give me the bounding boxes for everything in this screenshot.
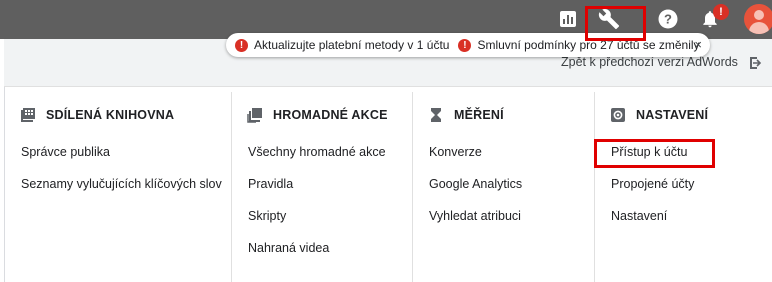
column-heading-label: MĚŘENÍ: [454, 108, 504, 122]
menu-item-scripts[interactable]: Skripty: [248, 209, 286, 223]
notification-badge: !: [713, 4, 729, 20]
menu-item-audience-manager[interactable]: Správce publika: [21, 145, 110, 159]
highlight-box: [594, 139, 715, 168]
settings-column: NASTAVENÍ Přístup k účtu Propojené účty …: [595, 92, 772, 282]
svg-text:?: ?: [664, 12, 672, 27]
measurement-column: MĚŘENÍ Konverze Google Analytics Vyhleda…: [413, 92, 594, 282]
exit-icon[interactable]: [748, 55, 764, 71]
menu-item-rules[interactable]: Pravidla: [248, 177, 293, 191]
help-icon[interactable]: ?: [657, 8, 679, 30]
close-icon[interactable]: ×: [694, 37, 702, 52]
column-heading-label: NASTAVENÍ: [636, 108, 709, 122]
bar-chart-icon[interactable]: [557, 8, 579, 30]
menu-item-search-attribution[interactable]: Vyhledat atribuci: [429, 209, 521, 223]
bulk-actions-column: HROMADNÉ AKCE Všechny hromadné akce Prav…: [232, 92, 412, 282]
library-icon: [21, 108, 35, 122]
notification-item[interactable]: ! Aktualizujte platební metody v 1 účtu: [235, 38, 449, 52]
hourglass-icon: [431, 108, 441, 122]
bulk-actions-icon: [247, 108, 262, 123]
column-heading: NASTAVENÍ: [610, 107, 708, 123]
menu-item-settings[interactable]: Nastavení: [611, 209, 667, 223]
column-heading-label: SDÍLENÁ KNIHOVNA: [46, 108, 175, 122]
error-icon: !: [235, 38, 248, 52]
column-heading: MĚŘENÍ: [428, 107, 504, 123]
notification-item[interactable]: ! Smluvní podmínky pro 27 účtů se změnil…: [458, 38, 700, 52]
column-heading-label: HROMADNÉ AKCE: [273, 108, 388, 122]
settings-icon: [611, 108, 625, 122]
avatar[interactable]: [744, 4, 772, 34]
error-icon: !: [458, 38, 472, 52]
menu-item-google-analytics[interactable]: Google Analytics: [429, 177, 522, 191]
highlight-box: [585, 6, 646, 41]
menu-item-linked-accounts[interactable]: Propojené účty: [611, 177, 694, 191]
back-to-previous-version-link[interactable]: Zpět k předchozí verzi AdWords: [561, 55, 738, 69]
menu-item-negative-keyword-lists[interactable]: Seznamy vylučujících klíčových slov: [21, 177, 222, 191]
shared-library-column: SDÍLENÁ KNIHOVNA Správce publika Seznamy…: [5, 92, 231, 282]
menu-item-conversions[interactable]: Konverze: [429, 145, 482, 159]
column-heading: SDÍLENÁ KNIHOVNA: [20, 107, 174, 123]
menu-item-all-bulk-actions[interactable]: Všechny hromadné akce: [248, 145, 386, 159]
column-heading: HROMADNÉ AKCE: [247, 107, 388, 123]
notification-text: Aktualizujte platební metody v 1 účtu: [254, 38, 450, 52]
menu-item-uploaded-videos[interactable]: Nahraná videa: [248, 241, 329, 255]
